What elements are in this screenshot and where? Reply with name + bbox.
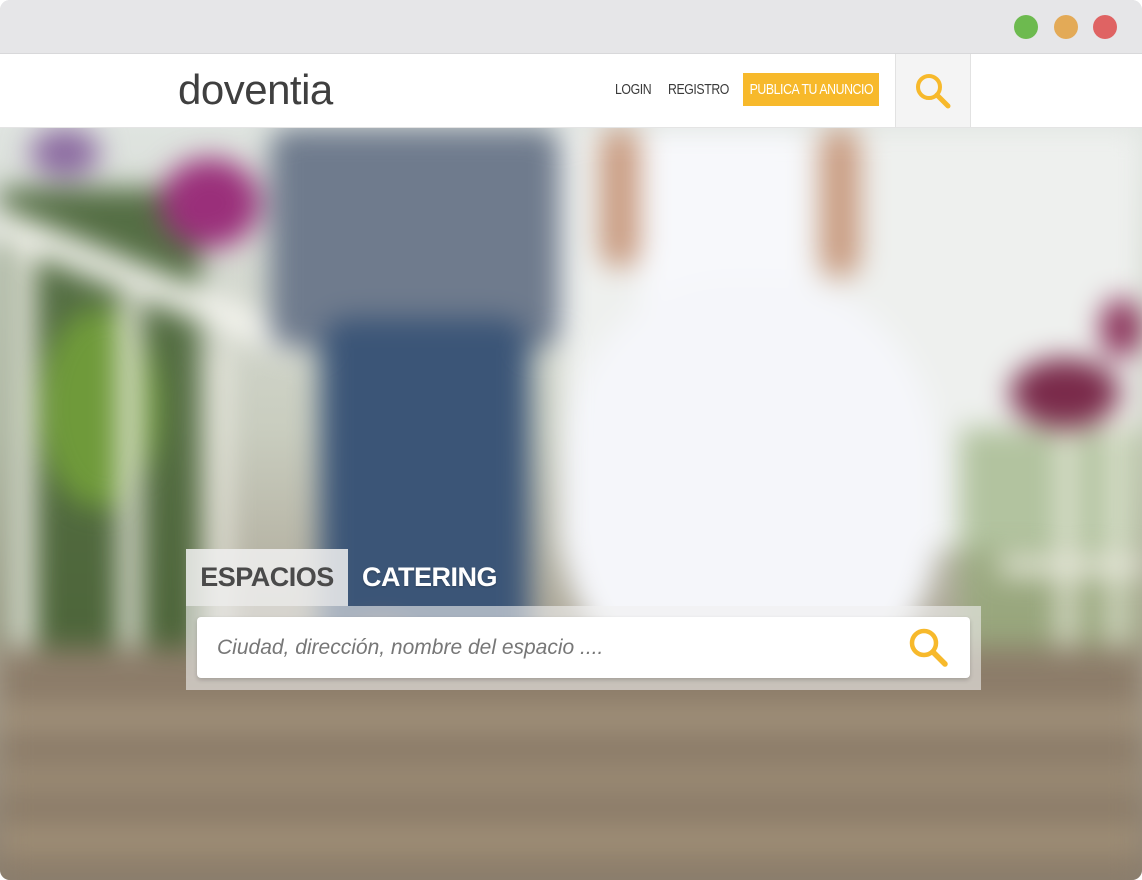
tab-espacios[interactable]: ESPACIOS	[186, 549, 348, 606]
maximize-button[interactable]	[1014, 15, 1038, 39]
minimize-button[interactable]	[1054, 15, 1078, 39]
hero-background-image	[0, 128, 1142, 880]
search-box	[197, 617, 970, 678]
search-submit-button[interactable]	[905, 625, 953, 671]
search-icon	[909, 628, 948, 667]
tab-catering[interactable]: CATERING	[362, 549, 498, 606]
hero-banner: ESPACIOS CATERING	[0, 128, 1142, 880]
logo[interactable]: doventia	[178, 68, 333, 112]
search-input[interactable]	[217, 617, 897, 678]
browser-window: doventia LOGIN REGISTRO PUBLICA TU ANUNC…	[0, 0, 1142, 880]
site-header: doventia LOGIN REGISTRO PUBLICA TU ANUNC…	[0, 54, 1142, 128]
search-icon	[916, 73, 951, 108]
search-panel-body	[186, 606, 981, 690]
login-link[interactable]: LOGIN	[615, 80, 652, 100]
search-panel: ESPACIOS CATERING	[186, 549, 981, 690]
publish-ad-button[interactable]: PUBLICA TU ANUNCIO	[743, 73, 879, 106]
registro-link[interactable]: REGISTRO	[668, 80, 729, 100]
browser-chrome	[0, 0, 1142, 54]
close-button[interactable]	[1093, 15, 1117, 39]
publish-ad-label: PUBLICA TU ANUNCIO	[749, 81, 873, 98]
header-search-button[interactable]	[895, 54, 971, 127]
